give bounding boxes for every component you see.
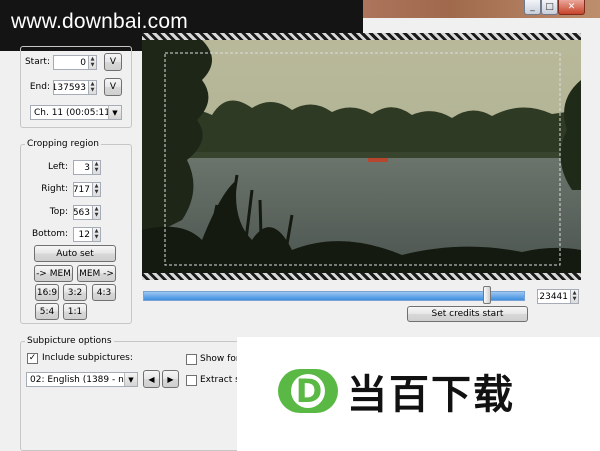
timeline-slider[interactable]	[143, 291, 525, 301]
ratio-1-1-button[interactable]: 1:1	[63, 303, 87, 320]
arrow-right-icon: ▶	[167, 374, 174, 384]
ratio-4-3-button[interactable]: 4:3	[92, 284, 116, 301]
end-spinner[interactable]: ▲ ▼	[89, 80, 97, 95]
prev-stream-button[interactable]: ◀	[143, 370, 160, 388]
left-field[interactable]: 3	[73, 160, 93, 175]
frame-spinner[interactable]: ▲ ▼	[571, 289, 579, 304]
set-end-icon: V	[109, 82, 117, 92]
chapter-select[interactable]: Ch. 11 (00:05:11) ▼	[30, 105, 122, 120]
video-frame-image	[142, 40, 581, 273]
brand-letter: D	[295, 372, 323, 410]
right-label: Right:	[41, 184, 68, 194]
ratio-16-9-button[interactable]: 16:9	[35, 284, 59, 301]
start-spinner[interactable]: ▲ ▼	[89, 55, 97, 70]
to-mem-button[interactable]: -> MEM	[34, 265, 73, 282]
include-subpictures-checkbox[interactable]: ✓	[27, 353, 38, 364]
show-forced-checkbox[interactable]	[186, 354, 197, 365]
right-field[interactable]: 717	[73, 182, 93, 197]
auto-set-button[interactable]: Auto set	[34, 245, 116, 262]
subpicture-stream-value: 02: English (1389 - n)	[30, 374, 128, 385]
timeline-slider-thumb[interactable]	[483, 286, 491, 304]
subpicture-title: Subpicture options	[25, 336, 114, 346]
arrow-left-icon: ◀	[148, 374, 155, 384]
top-spinner[interactable]: ▲ ▼	[93, 205, 101, 220]
close-button[interactable]: ✕	[558, 0, 585, 15]
chevron-down-icon: ▼	[108, 106, 121, 119]
maximize-button[interactable]: □	[541, 0, 558, 15]
start-label: Start:	[24, 57, 50, 67]
set-start-button[interactable]: V	[104, 53, 122, 71]
from-mem-button[interactable]: MEM ->	[77, 265, 116, 282]
subpicture-stream-select[interactable]: 02: English (1389 - n) ▼	[26, 372, 138, 387]
extract-checkbox[interactable]	[186, 375, 197, 386]
left-spinner[interactable]: ▲ ▼	[93, 160, 101, 175]
bottom-label: Bottom:	[31, 229, 68, 239]
bottom-spinner[interactable]: ▲ ▼	[93, 227, 101, 242]
minimize-button[interactable]: _	[524, 0, 541, 15]
top-label: Top:	[49, 207, 68, 217]
frame-field[interactable]: 123441	[537, 289, 571, 304]
cropping-title: Cropping region	[25, 139, 101, 149]
ratio-5-4-button[interactable]: 5:4	[35, 303, 59, 320]
set-start-icon: V	[109, 57, 117, 67]
left-label: Left:	[48, 162, 68, 172]
set-credits-start-button[interactable]: Set credits start	[407, 306, 528, 322]
end-field[interactable]: 137593	[53, 80, 89, 95]
include-subpictures-label: Include subpictures:	[42, 353, 133, 363]
next-stream-button[interactable]: ▶	[162, 370, 179, 388]
top-field[interactable]: 563	[73, 205, 93, 220]
brand-text: 当百下载	[347, 372, 515, 418]
crop-hatch-bottom	[142, 273, 581, 280]
end-label: End:	[29, 82, 50, 92]
right-spinner[interactable]: ▲ ▼	[93, 182, 101, 197]
chapter-value: Ch. 11 (00:05:11)	[34, 107, 114, 118]
start-field[interactable]: 0	[53, 55, 89, 70]
brand-overlay: D 当百下载	[237, 337, 600, 451]
video-preview[interactable]	[142, 33, 581, 280]
chevron-down-icon: ▼	[124, 373, 137, 386]
set-end-button[interactable]: V	[104, 78, 122, 96]
crop-hatch-top	[142, 33, 581, 40]
bottom-field[interactable]: 12	[73, 227, 93, 242]
ratio-3-2-button[interactable]: 3:2	[63, 284, 87, 301]
